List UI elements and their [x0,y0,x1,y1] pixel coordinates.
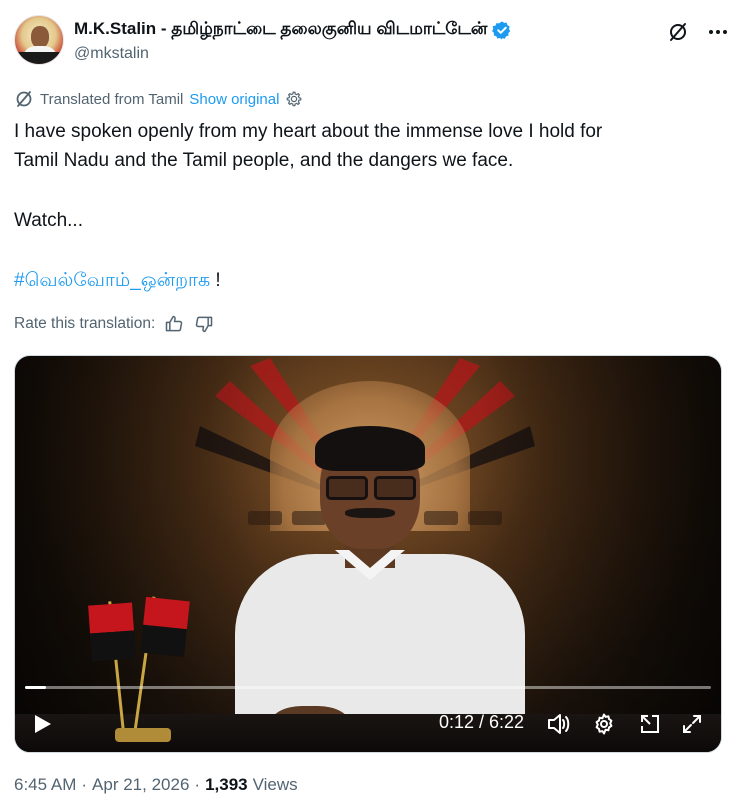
video-player[interactable]: 0:12 / 6:22 [14,355,722,753]
meta-separator: · [81,775,88,794]
author-name-row: M.K.Stalin - தமிழ்நாட்டை தலைகுனிய விடமாட… [74,19,512,41]
speaker-hair [315,426,425,471]
tweet-line-1: I have spoken openly from my heart about… [14,121,603,142]
fullscreen-icon[interactable] [679,711,705,737]
speaker-mustache [345,508,395,518]
translate-icon [16,91,32,107]
author-name[interactable]: M.K.Stalin - தமிழ்நாட்டை தலைகுனிய விடமாட… [74,19,487,41]
show-original-link[interactable]: Show original [189,91,279,108]
pip-icon[interactable] [637,711,663,737]
thumbs-up-icon[interactable] [163,313,185,335]
avatar-face [31,26,49,48]
header-actions [667,21,729,43]
tweet-line-2: Tamil Nadu and the Tamil people, and the… [14,150,514,171]
video-controls: 0:12 / 6:22 [15,701,721,745]
meta-separator: · [194,775,201,794]
hashtag-suffix: ! [210,270,221,291]
video-progress-fill [25,686,47,689]
author-handle[interactable]: @mkstalin [74,45,149,63]
video-progress-bar[interactable] [25,686,711,689]
avatar-band [15,52,63,64]
gear-icon[interactable] [285,90,303,108]
tweet-hashtag-line: #வெல்வோம்_ஒன்றாக ! [14,266,719,295]
tweet-meta: 6:45 AM · Apr 21, 2026 · 1,393 Views [14,775,298,795]
translated-label: Translated from Tamil [40,90,184,108]
rate-label: Rate this translation: [14,315,156,332]
tweet-text: I have spoken openly from my heart about… [14,117,719,295]
party-flag-left [88,602,136,662]
tweet-line-3: Watch... [14,210,83,231]
play-icon[interactable] [29,711,55,737]
party-flag-right [140,596,190,658]
rate-translation: Rate this translation: [14,313,215,335]
video-time: 0:12 / 6:22 [439,712,525,732]
translation-notice: Translated from Tamil Show original [14,89,303,109]
settings-icon[interactable] [591,711,617,737]
thumbs-down-icon[interactable] [193,313,215,335]
tweet-date[interactable]: Apr 21, 2026 [92,775,189,795]
verified-badge-icon[interactable] [492,20,512,40]
avatar[interactable] [14,15,64,65]
slash-circle-icon[interactable] [667,21,689,43]
speaker-glasses [326,476,416,500]
volume-icon[interactable] [545,711,571,737]
ellipsis-icon[interactable] [707,21,729,43]
views-label: Views [252,775,298,794]
tweet-header: M.K.Stalin - தமிழ்நாட்டை தலைகுனிய விடமாட… [14,11,729,69]
views-count: 1,393 [205,775,248,794]
hashtag-link[interactable]: #வெல்வோம்_ஒன்றாக [14,270,210,291]
tweet-time[interactable]: 6:45 AM [14,775,76,795]
